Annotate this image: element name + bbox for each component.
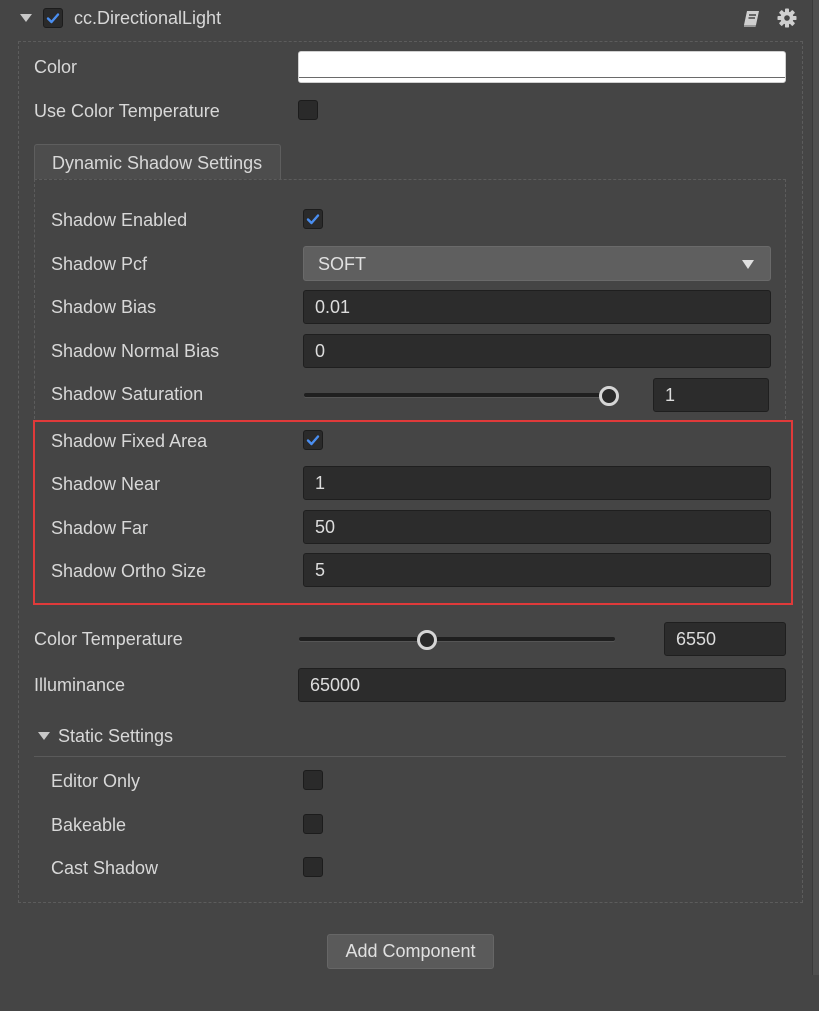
checkmark-icon	[46, 13, 60, 24]
shadow-pcf-select[interactable]: SOFT	[303, 246, 771, 281]
shadow-enabled-label: Shadow Enabled	[51, 210, 188, 230]
component-enabled-checkbox[interactable]	[43, 8, 63, 28]
component-title: cc.DirectionalLight	[74, 8, 222, 28]
book-icon[interactable]	[742, 9, 762, 29]
color-swatch-underline	[299, 77, 785, 78]
cast-shadow-label: Cast Shadow	[51, 858, 159, 878]
bakeable-checkbox[interactable]	[303, 814, 323, 834]
shadow-enabled-checkbox[interactable]	[303, 209, 323, 229]
shadow-bias-label: Shadow Bias	[51, 297, 157, 317]
shadow-ortho-size-label: Shadow Ortho Size	[51, 561, 207, 581]
shadow-far-input[interactable]: 50	[303, 510, 771, 544]
shadow-bias-input[interactable]: 0.01	[303, 290, 771, 324]
illuminance-label: Illuminance	[34, 675, 126, 695]
color-swatch[interactable]	[298, 51, 786, 83]
collapse-triangle-icon	[38, 732, 50, 740]
shadow-fixed-area-label: Shadow Fixed Area	[51, 431, 208, 451]
color-temperature-label: Color Temperature	[34, 629, 183, 649]
shadow-pcf-value: SOFT	[318, 254, 366, 274]
editor-only-checkbox[interactable]	[303, 770, 323, 790]
shadow-near-label: Shadow Near	[51, 474, 161, 494]
color-temperature-slider-handle[interactable]	[417, 630, 437, 650]
use-color-temperature-label: Use Color Temperature	[34, 101, 220, 121]
dropdown-triangle-icon	[742, 260, 754, 269]
shadow-fixed-area-checkbox[interactable]	[303, 430, 323, 450]
color-label: Color	[34, 57, 78, 77]
static-settings-title: Static Settings	[58, 726, 174, 746]
checkmark-icon	[306, 435, 320, 446]
editor-only-label: Editor Only	[51, 771, 141, 791]
bakeable-label: Bakeable	[51, 815, 127, 835]
shadow-normal-bias-label: Shadow Normal Bias	[51, 341, 220, 361]
shadow-saturation-label: Shadow Saturation	[51, 384, 204, 404]
shadow-normal-bias-input[interactable]: 0	[303, 334, 771, 368]
color-temperature-slider-track[interactable]	[299, 637, 615, 641]
color-temperature-input[interactable]: 6550	[664, 622, 786, 656]
shadow-far-label: Shadow Far	[51, 518, 149, 538]
collapse-triangle-icon[interactable]	[20, 14, 32, 22]
use-color-temperature-checkbox[interactable]	[298, 100, 318, 120]
gear-icon[interactable]	[777, 8, 797, 28]
shadow-saturation-slider-handle[interactable]	[599, 386, 619, 406]
scrollbar[interactable]	[812, 0, 819, 975]
add-component-button[interactable]: Add Component	[327, 934, 494, 969]
shadow-pcf-label: Shadow Pcf	[51, 254, 148, 274]
shadow-saturation-input[interactable]: 1	[653, 378, 769, 412]
add-component-label: Add Component	[345, 941, 476, 961]
shadow-ortho-size-input[interactable]: 5	[303, 553, 771, 587]
component-header: cc.DirectionalLight	[0, 0, 819, 38]
illuminance-input[interactable]: 65000	[298, 668, 786, 702]
static-settings-header[interactable]: Static Settings	[34, 722, 786, 757]
cast-shadow-checkbox[interactable]	[303, 857, 323, 877]
shadow-saturation-slider-track[interactable]	[304, 393, 618, 397]
checkmark-icon	[306, 214, 320, 225]
shadow-near-input[interactable]: 1	[303, 466, 771, 500]
tab-dynamic-shadow-settings-label: Dynamic Shadow Settings	[52, 153, 263, 173]
tab-dynamic-shadow-settings[interactable]: Dynamic Shadow Settings	[34, 144, 281, 179]
